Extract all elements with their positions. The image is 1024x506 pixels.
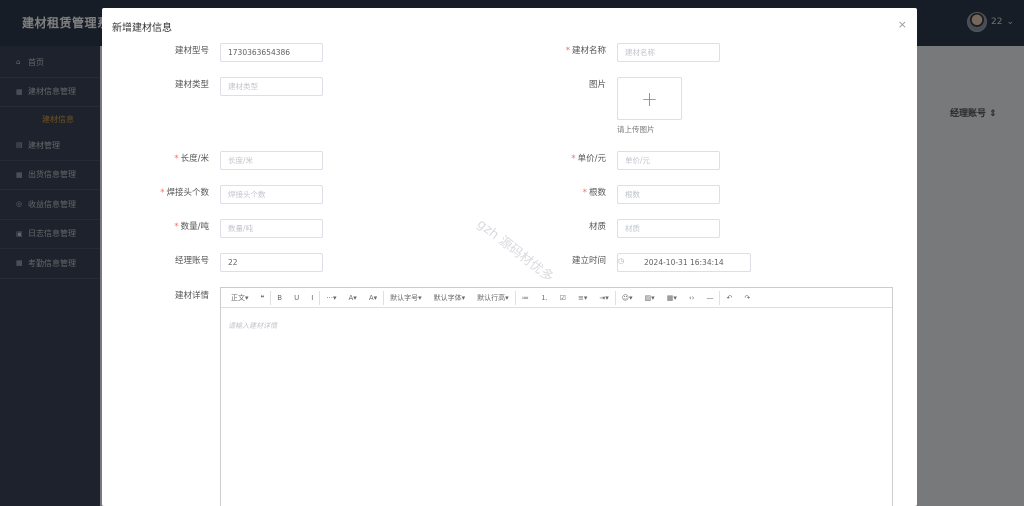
toolbar-button-3[interactable]: U: [288, 288, 305, 308]
add-material-dialog: 新增建材信息 × 建材型号 1730363654386 * 建材名称 建材名称 建…: [102, 8, 917, 506]
welds-label: * 焊接头个数: [160, 188, 209, 198]
price-label: * 单价/元: [571, 154, 606, 164]
close-icon[interactable]: ×: [898, 18, 907, 31]
quantity-label: * 数量/吨: [174, 222, 209, 232]
editor-placeholder: 请输入建材详情: [228, 322, 277, 330]
toolbar-button-10[interactable]: 默认行高▾: [471, 288, 515, 308]
toolbar-button-5[interactable]: ···▾: [320, 288, 342, 308]
price-input[interactable]: 单价/元: [617, 151, 720, 170]
toolbar-button-7[interactable]: A▾: [363, 288, 383, 308]
toolbar-button-20[interactable]: —: [700, 288, 719, 308]
length-input[interactable]: 长度/米: [220, 151, 323, 170]
toolbar-button-0[interactable]: 正文▾: [225, 288, 255, 308]
toolbar-button-18[interactable]: ▦▾: [661, 288, 683, 308]
toolbar-button-16[interactable]: ☺▾: [616, 288, 639, 308]
manager-input[interactable]: 22: [220, 253, 323, 272]
toolbar-button-2[interactable]: B: [271, 288, 288, 308]
toolbar-button-4[interactable]: I: [305, 288, 319, 308]
toolbar-button-19[interactable]: ‹›: [683, 288, 701, 308]
toolbar-button-8[interactable]: 默认字号▾: [384, 288, 428, 308]
detail-label: 建材详情: [174, 291, 209, 301]
model-label: 建材型号: [174, 46, 209, 56]
editor-toolbar: 正文▾ ❝ B U I ···▾ A▾ A▾ 默认字号▾ 默认字体▾ 默认行高▾ ≔ ⒈ ☑ ≡▾ ⇥▾ ☺▾ ▨…: [221, 288, 892, 308]
plus-icon: +: [641, 86, 658, 111]
clock-icon: ◷: [618, 257, 625, 265]
name-label: * 建材名称: [565, 46, 606, 56]
type-input[interactable]: 建材类型: [220, 77, 323, 96]
rich-text-editor[interactable]: 正文▾ ❝ B U I ···▾ A▾ A▾ 默认字号▾ 默认字体▾ 默认行高▾ ≔ ⒈ ☑ ≡▾ ⇥▾ ☺▾ ▨…: [220, 287, 893, 506]
quantity-input[interactable]: 数量/吨: [220, 219, 323, 238]
image-upload-button[interactable]: +: [617, 77, 682, 120]
model-input[interactable]: 1730363654386: [220, 43, 323, 62]
material-input[interactable]: 材质: [617, 219, 720, 238]
toolbar-button-15[interactable]: ⇥▾: [593, 288, 614, 308]
image-label: 图片: [588, 80, 606, 90]
dialog-title: 新增建材信息: [112, 23, 172, 34]
toolbar-button-17[interactable]: ▨▾: [639, 288, 661, 308]
toolbar-button-6[interactable]: A▾: [343, 288, 363, 308]
toolbar-button-1[interactable]: ❝: [255, 288, 271, 308]
toolbar-button-13[interactable]: ☑: [554, 288, 572, 308]
toolbar-button-9[interactable]: 默认字体▾: [428, 288, 472, 308]
toolbar-button-14[interactable]: ≡▾: [572, 288, 593, 308]
welds-input[interactable]: 焊接头个数: [220, 185, 323, 204]
toolbar-button-21[interactable]: ↶: [720, 288, 738, 308]
length-label: * 长度/米: [174, 154, 209, 164]
count-label: * 根数: [582, 188, 606, 198]
name-input[interactable]: 建材名称: [617, 43, 720, 62]
created-datetime-input[interactable]: 2024-10-31 16:34:14: [617, 253, 751, 272]
count-input[interactable]: 根数: [617, 185, 720, 204]
toolbar-button-11[interactable]: ≔: [516, 288, 535, 308]
upload-tip: 请上传图片: [617, 125, 655, 134]
toolbar-button-22[interactable]: ↷: [738, 288, 756, 308]
manager-label: 经理账号: [174, 256, 209, 266]
toolbar-button-12[interactable]: ⒈: [535, 288, 554, 308]
